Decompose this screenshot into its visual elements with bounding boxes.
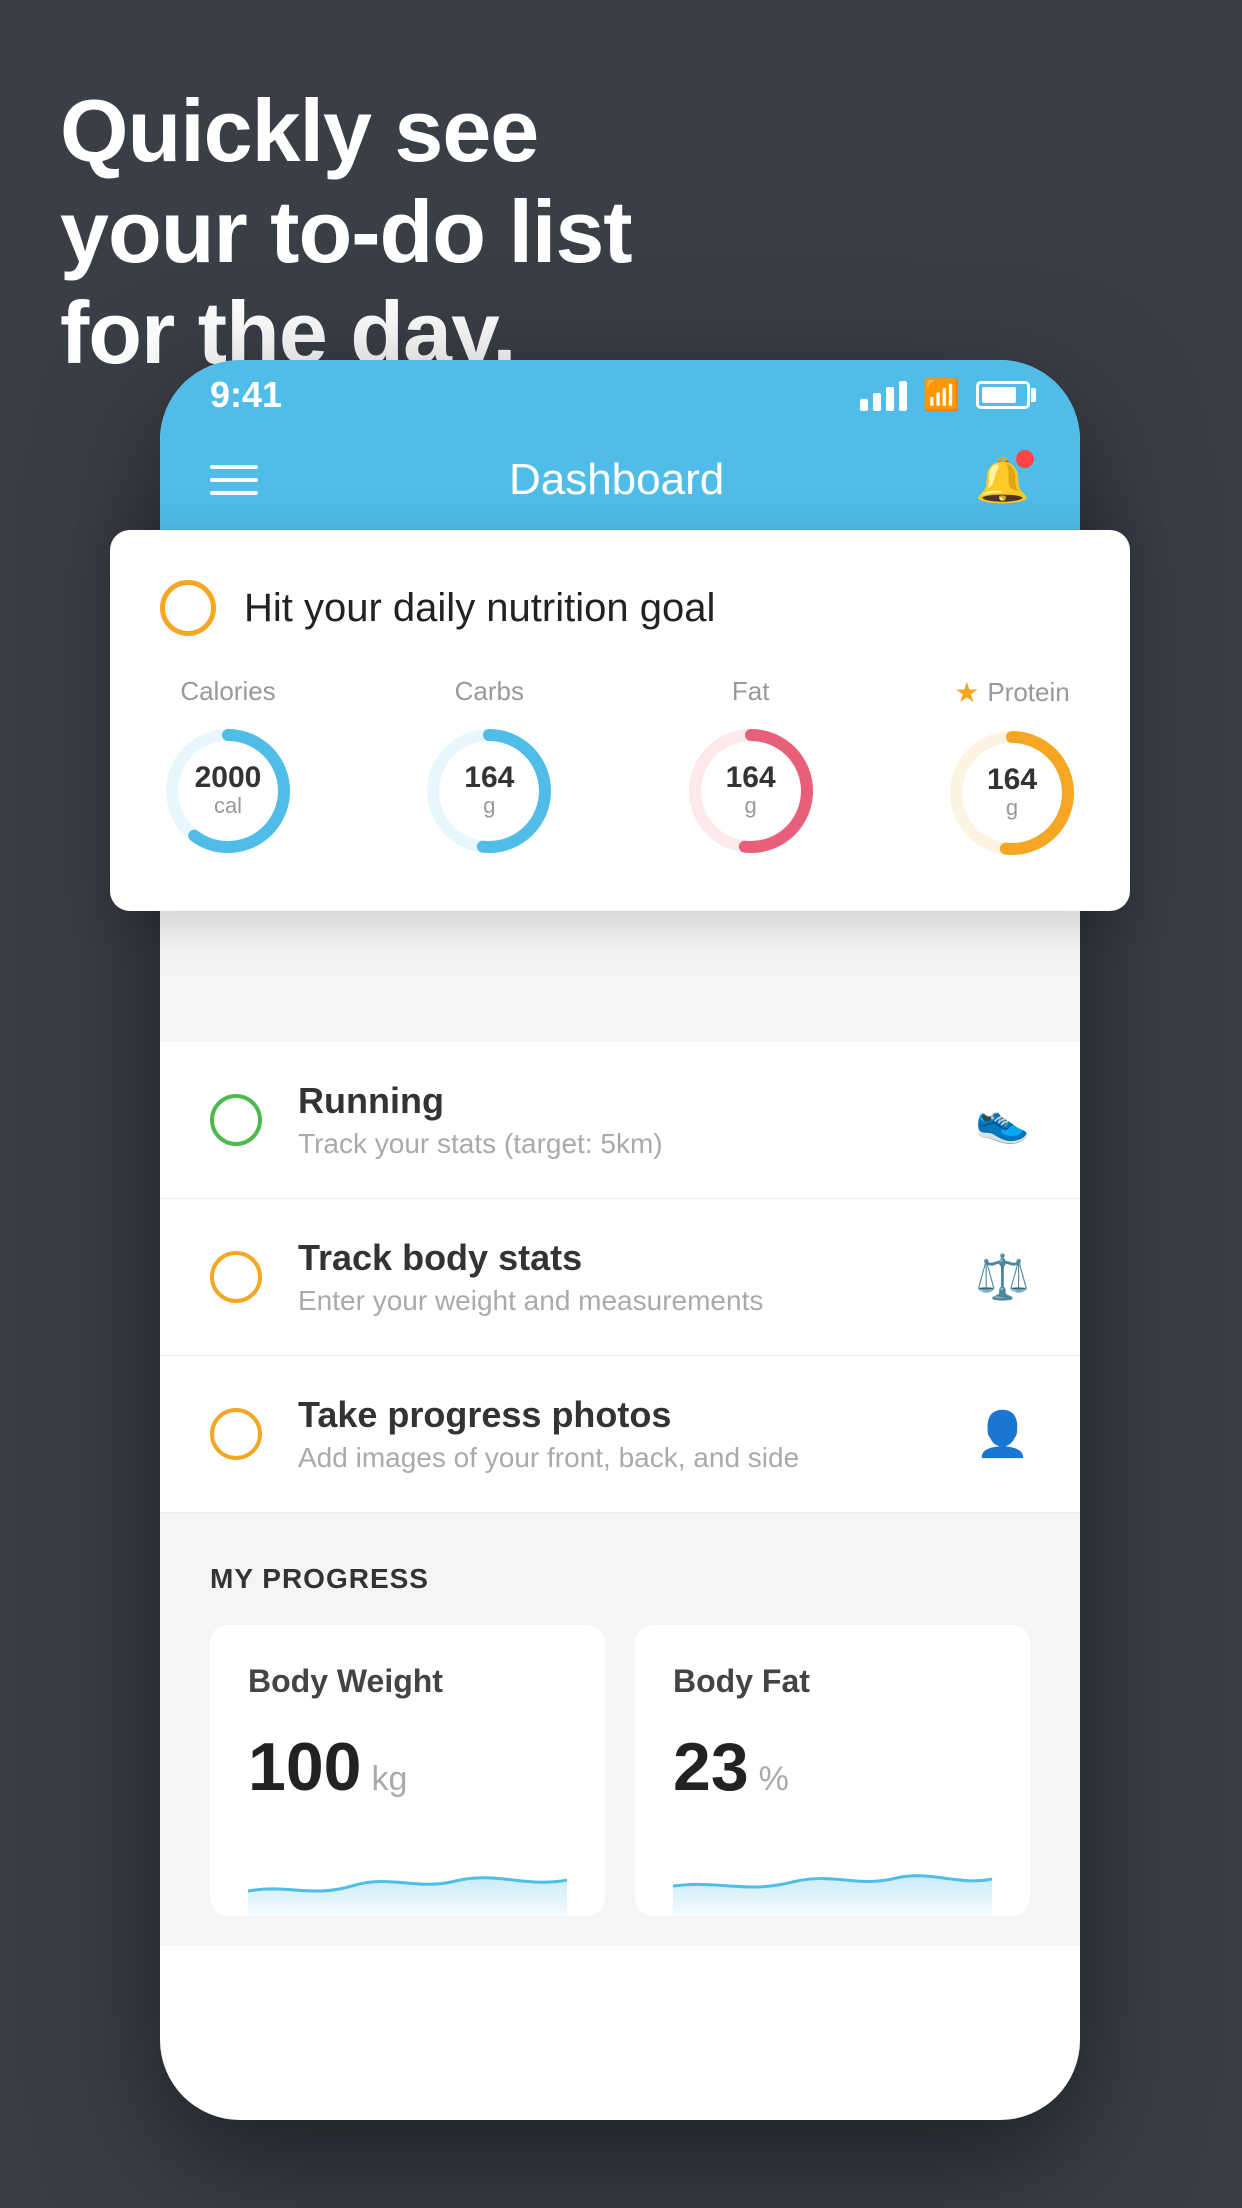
running-subtitle: Track your stats (target: 5km) [298,1128,939,1160]
nutrition-fat: Fat 164 g [683,676,819,859]
battery-icon [976,381,1030,409]
calories-label: Calories [180,676,275,707]
running-check-circle [210,1094,262,1146]
status-time: 9:41 [210,374,282,416]
body-stats-text: Track body stats Enter your weight and m… [298,1237,939,1317]
body-stats-subtitle: Enter your weight and measurements [298,1285,939,1317]
todo-item-progress-photos[interactable]: Take progress photos Add images of your … [160,1356,1080,1513]
calories-circle: 2000 cal [160,723,296,859]
running-icon: 👟 [975,1094,1030,1146]
running-title: Running [298,1080,939,1122]
nutrition-card: Hit your daily nutrition goal Calories 2… [110,530,1130,911]
body-fat-chart [673,1836,992,1916]
fat-unit: g [726,793,776,819]
fat-value: 164 [726,763,776,793]
running-text: Running Track your stats (target: 5km) [298,1080,939,1160]
notification-dot [1016,450,1034,468]
body-weight-card[interactable]: Body Weight 100 kg [210,1625,605,1916]
body-weight-value-row: 100 kg [248,1728,567,1806]
carbs-label: Carbs [455,676,524,707]
progress-photos-text: Take progress photos Add images of your … [298,1394,939,1474]
nutrition-protein: ★ Protein 164 g [944,676,1080,861]
hero-text: Quickly see your to-do list for the day. [60,80,632,384]
body-weight-number: 100 [248,1728,361,1806]
todo-item-body-stats[interactable]: Track body stats Enter your weight and m… [160,1199,1080,1356]
progress-photos-title: Take progress photos [298,1394,939,1436]
body-fat-card[interactable]: Body Fat 23 % [635,1625,1030,1916]
protein-star-icon: ★ [954,676,979,709]
protein-unit: g [987,795,1037,821]
progress-section-title: MY PROGRESS [210,1563,1030,1595]
body-stats-title: Track body stats [298,1237,939,1279]
calories-unit: cal [195,793,262,819]
nav-bar: Dashboard 🔔 [160,430,1080,530]
status-bar: 9:41 📶 [160,360,1080,430]
body-weight-unit: kg [371,1760,407,1799]
carbs-circle: 164 g [421,723,557,859]
nutrition-row: Calories 2000 cal Carbs [160,676,1080,861]
body-weight-chart [248,1836,567,1916]
bell-icon[interactable]: 🔔 [975,454,1030,506]
todo-list: Running Track your stats (target: 5km) 👟… [160,1042,1080,1513]
hamburger-menu[interactable] [210,465,258,495]
progress-photos-check-circle [210,1408,262,1460]
protein-circle: 164 g [944,725,1080,861]
status-icons: 📶 [860,378,1030,413]
progress-photos-icon: 👤 [975,1408,1030,1460]
nutrition-card-title: Hit your daily nutrition goal [244,586,715,631]
protein-label: Protein [987,677,1069,708]
nutrition-check-circle [160,580,216,636]
body-fat-title: Body Fat [673,1663,992,1700]
progress-cards: Body Weight 100 kg [210,1625,1030,1916]
body-weight-title: Body Weight [248,1663,567,1700]
body-stats-icon: ⚖️ [975,1251,1030,1303]
carbs-unit: g [464,793,514,819]
progress-section: MY PROGRESS Body Weight 100 kg [160,1513,1080,1946]
body-stats-check-circle [210,1251,262,1303]
nutrition-card-header: Hit your daily nutrition goal [160,580,1080,636]
progress-photos-subtitle: Add images of your front, back, and side [298,1442,939,1474]
nav-title: Dashboard [509,455,724,505]
body-fat-number: 23 [673,1728,749,1806]
wifi-icon: 📶 [923,378,960,413]
fat-circle: 164 g [683,723,819,859]
body-fat-unit: % [759,1760,789,1799]
fat-label: Fat [732,676,770,707]
body-fat-value-row: 23 % [673,1728,992,1806]
protein-label-row: ★ Protein [954,676,1070,709]
protein-value: 164 [987,765,1037,795]
todo-item-running[interactable]: Running Track your stats (target: 5km) 👟 [160,1042,1080,1199]
nutrition-calories: Calories 2000 cal [160,676,296,859]
carbs-value: 164 [464,763,514,793]
signal-icon [860,379,907,411]
calories-value: 2000 [195,763,262,793]
nutrition-carbs: Carbs 164 g [421,676,557,859]
